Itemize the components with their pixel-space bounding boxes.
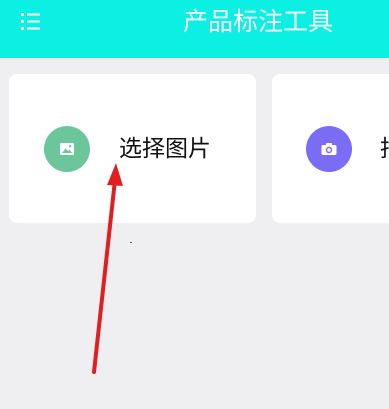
image-icon: [60, 143, 74, 155]
image-icon-badge: [44, 126, 90, 172]
menu-button[interactable]: [18, 11, 46, 35]
take-photo-card[interactable]: 拍: [272, 74, 389, 223]
select-image-label: 选择图片: [119, 136, 211, 162]
stray-dot: [130, 242, 132, 243]
page-title: 产品标注工具: [183, 7, 334, 36]
camera-icon: [321, 143, 337, 155]
select-image-card[interactable]: 选择图片: [9, 74, 256, 223]
list-menu-icon: [21, 13, 40, 30]
top-app-bar: 产品标注工具: [0, 0, 389, 58]
take-photo-label: 拍: [380, 134, 389, 164]
camera-icon-badge: [306, 126, 352, 172]
app-screen: 产品标注工具 选择图片 拍: [0, 0, 389, 409]
